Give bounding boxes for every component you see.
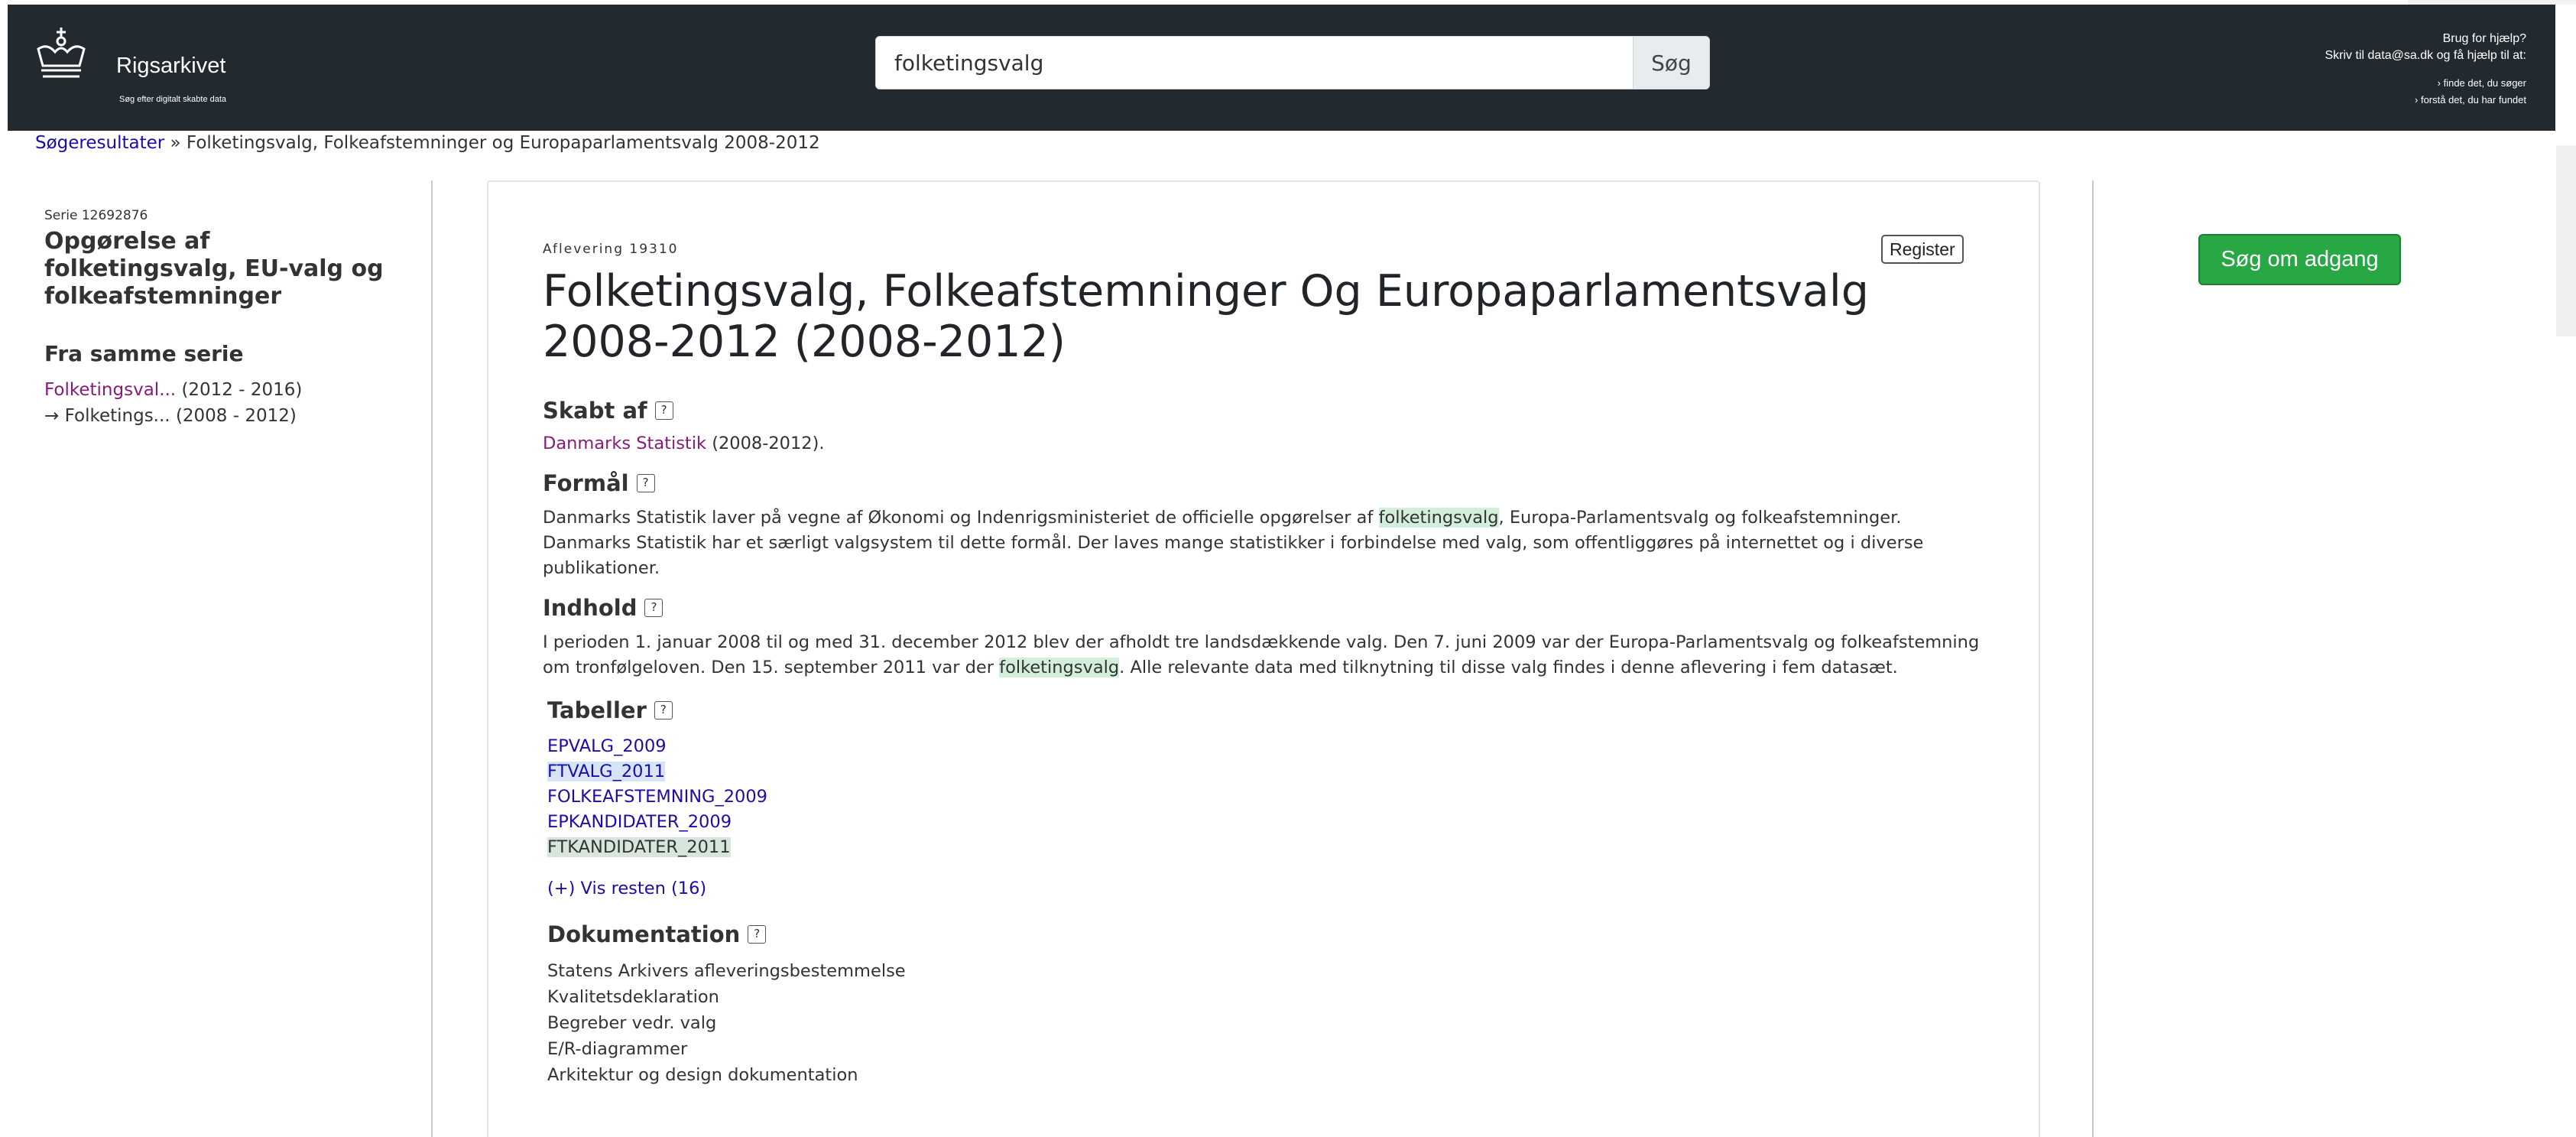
help-icon[interactable]: ?	[654, 401, 673, 420]
documentation-heading: Dokumentation ?	[547, 921, 1995, 947]
page-edge-decoration	[2556, 145, 2576, 336]
show-more-row: (+) Vis resten (16)	[547, 879, 1995, 898]
related-item-label: Folketings...	[64, 406, 170, 426]
tables-section: Tabeller ? EPVALG_2009 FTVALG_2011 FOLKE…	[543, 697, 1995, 1088]
creator-period: (2008-2012).	[712, 434, 825, 453]
search-button[interactable]: Søg	[1633, 37, 1709, 89]
page-edge-decoration-top	[2408, 0, 2576, 5]
search-bar: Søg	[875, 36, 1710, 89]
help-icon[interactable]: ?	[644, 599, 663, 617]
documentation-list: Statens Arkivers afleveringsbestemmelse …	[547, 958, 1995, 1088]
related-list: Folketingsval... (2012 - 2016) → Folketi…	[44, 377, 404, 429]
help-prefix: Skriv til	[2325, 49, 2365, 62]
page-title: Folketingsvalg, Folkeafstemninger Og Eur…	[543, 266, 1869, 367]
breadcrumb: Søgeresultater » Folketingsvalg, Folkeaf…	[35, 133, 820, 153]
purpose-heading: Formål ?	[543, 470, 1995, 496]
request-access-button[interactable]: Søg om adgang	[2198, 234, 2401, 285]
table-link[interactable]: FTKANDIDATER_2011	[547, 835, 1995, 860]
top-header: Rigsarkivet Søg efter digitalt skabte da…	[8, 5, 2555, 131]
logo[interactable]: Rigsarkivet Søg efter digitalt skabte da…	[24, 21, 254, 113]
documentation-item: Arkitektur og design dokumentation	[547, 1065, 858, 1085]
related-item-years: (2008 - 2012)	[175, 406, 297, 426]
table-link[interactable]: FOLKEAFSTEMNING_2009	[547, 785, 1995, 810]
help-line: Skriv til data@sa.dk og få hjælp til at:	[2325, 47, 2527, 64]
help-box: Brug for hjælp? Skriv til data@sa.dk og …	[2325, 31, 2527, 109]
help-link-understand[interactable]: › forstå det, du har fundet	[2325, 92, 2526, 109]
delivery-id: Aflevering 19310	[543, 242, 679, 257]
content-text-after: . Alle relevante data med tilknytning ti…	[1119, 658, 1898, 677]
help-icon[interactable]: ?	[654, 701, 673, 720]
tables-list: EPVALG_2009 FTVALG_2011 FOLKEAFSTEMNING_…	[547, 734, 1995, 860]
help-links: › finde det, du søger › forstå det, du h…	[2325, 75, 2526, 109]
breadcrumb-separator: »	[170, 133, 181, 153]
related-item-current: → Folketings... (2008 - 2012)	[44, 403, 404, 429]
created-by-heading-text: Skabt af	[543, 398, 647, 424]
search-highlight: folketingsvalg	[1378, 508, 1499, 528]
documentation-item: Kvalitetsdeklaration	[547, 987, 719, 1007]
content-heading-text: Indhold	[543, 595, 638, 621]
show-more-link[interactable]: (+) Vis resten (16)	[547, 879, 706, 898]
documentation-heading-text: Dokumentation	[547, 921, 741, 947]
logo-tagline: Søg efter digitalt skabte data	[119, 95, 227, 104]
creator-link[interactable]: Danmarks Statistik	[543, 434, 706, 453]
table-link[interactable]: EPKANDIDATER_2009	[547, 810, 1995, 835]
documentation-item: E/R-diagrammer	[547, 1039, 688, 1059]
table-link-label: FTKANDIDATER_2011	[547, 837, 731, 857]
related-item-link[interactable]: Folketingsval...	[44, 380, 176, 400]
left-divider	[431, 180, 433, 1137]
help-link-find[interactable]: › finde det, du søger	[2325, 75, 2526, 92]
help-email-link[interactable]: data@sa.dk	[2368, 49, 2434, 62]
crown-icon	[37, 28, 86, 78]
right-divider	[2092, 180, 2094, 1137]
content-text: I perioden 1. januar 2008 til og med 31.…	[543, 630, 1980, 681]
same-series-heading: Fra samme serie	[44, 341, 244, 366]
help-suffix: og få hjælp til at:	[2436, 49, 2526, 62]
purpose-heading-text: Formål	[543, 470, 629, 496]
related-item: Folketingsval... (2012 - 2016)	[44, 377, 404, 403]
breadcrumb-current: Folketingsvalg, Folkeafstemninger og Eur…	[186, 133, 820, 153]
purpose-text-before: Danmarks Statistik laver på vegne af Øko…	[543, 508, 1374, 528]
current-arrow-icon: →	[44, 406, 60, 426]
created-by-heading: Skabt af ?	[543, 398, 1995, 424]
series-title: Opgørelse af folketingsvalg, EU-valg og …	[44, 228, 384, 310]
tables-heading-text: Tabeller	[547, 697, 647, 723]
logo-name: Rigsarkivet	[116, 54, 226, 78]
related-item-years: (2012 - 2016)	[181, 380, 303, 400]
series-id: Serie 12692876	[44, 208, 148, 223]
dataset-content: Aflevering 19310 Folketingsvalg, Folkeaf…	[543, 242, 1995, 1088]
content-heading: Indhold ?	[543, 595, 1995, 621]
search-highlight: folketingsvalg	[999, 658, 1120, 677]
tables-heading: Tabeller ?	[547, 697, 1995, 723]
documentation-item: Statens Arkivers afleveringsbestemmelse	[547, 961, 906, 981]
table-link[interactable]: EPVALG_2009	[547, 734, 1995, 759]
table-link-label: FTVALG_2011	[547, 762, 666, 781]
breadcrumb-search-results[interactable]: Søgeresultater	[35, 133, 164, 153]
help-title: Brug for hjælp?	[2442, 32, 2526, 45]
help-icon[interactable]: ?	[636, 474, 655, 492]
search-input[interactable]	[876, 37, 1633, 89]
purpose-text: Danmarks Statistik laver på vegne af Øko…	[543, 505, 1934, 581]
series-sidebar: Serie 12692876 Opgørelse af folketingsva…	[44, 208, 404, 429]
table-link[interactable]: FTVALG_2011	[547, 759, 1995, 785]
help-icon[interactable]: ?	[748, 925, 767, 944]
created-by: Danmarks Statistik (2008-2012).	[543, 431, 1995, 456]
documentation-item: Begreber vedr. valg	[547, 1013, 717, 1033]
